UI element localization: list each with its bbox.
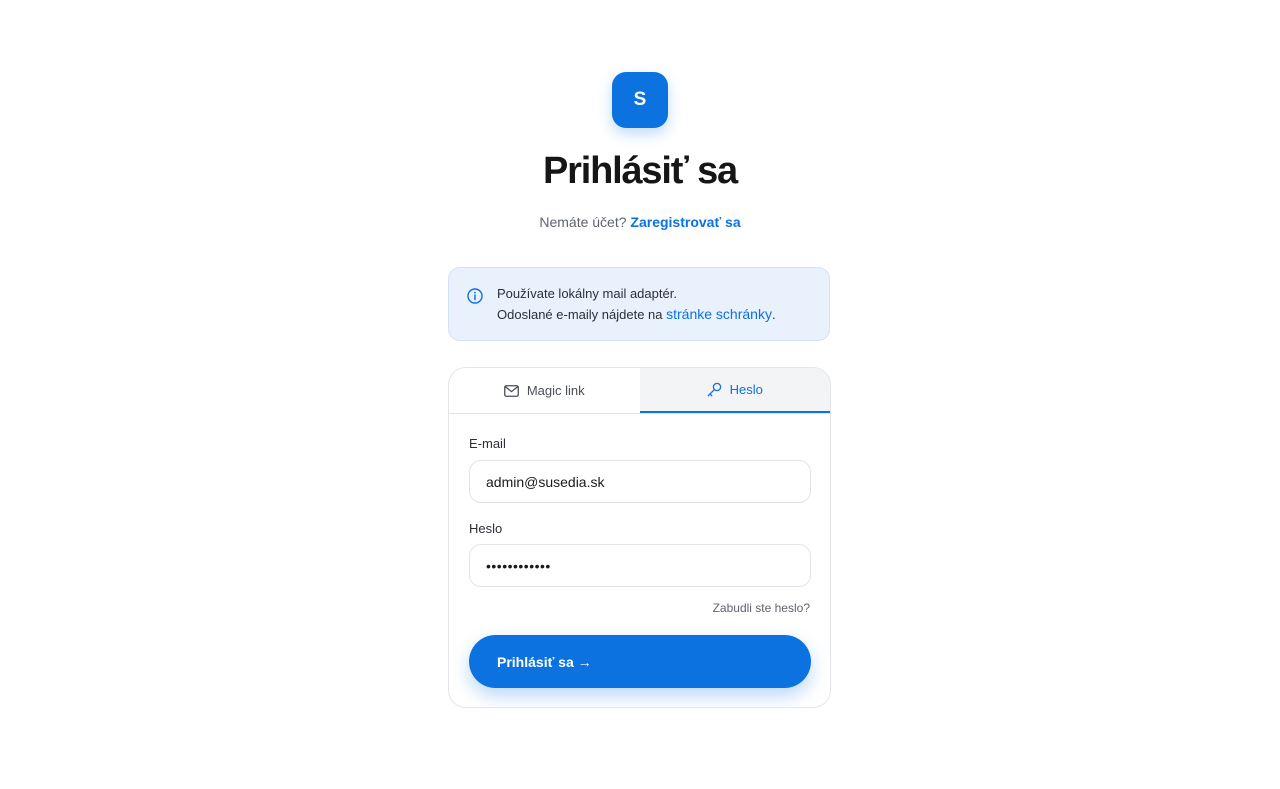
login-card: Magic link Heslo E-mail Heslo Zabudli st… <box>448 367 831 708</box>
email-field[interactable] <box>469 460 811 503</box>
email-label: E-mail <box>469 436 506 451</box>
info-icon <box>467 288 483 304</box>
tab-password-label: Heslo <box>729 382 763 397</box>
password-field[interactable] <box>469 544 811 587</box>
tab-magic-link-label: Magic link <box>526 383 585 398</box>
password-label: Heslo <box>469 521 503 536</box>
register-link[interactable]: Zaregistrovať sa <box>630 214 740 230</box>
notice-line1: Používate lokálny mail adaptér. <box>497 286 677 301</box>
mailbox-page-link[interactable]: stránke schránky <box>666 306 772 322</box>
page-title: Prihlásiť sa <box>543 150 738 192</box>
logo-letter: S <box>633 89 647 110</box>
tab-password[interactable]: Heslo <box>639 368 830 413</box>
mail-icon <box>503 384 519 397</box>
notice-line2: Odoslané e-maily nájdete na stránke schr… <box>497 306 776 322</box>
no-account-text: Nemáte účet? <box>539 214 627 230</box>
notice-line2-suffix: . <box>771 307 776 322</box>
app-logo: S <box>612 72 668 128</box>
login-method-tabs: Magic link Heslo <box>449 368 830 414</box>
register-prompt: Nemáte účet? Zaregistrovať sa <box>0 214 1280 230</box>
forgot-password-link[interactable]: Zabudli ste heslo? <box>713 601 810 615</box>
tab-magic-link[interactable]: Magic link <box>449 368 640 413</box>
mail-adapter-notice: Používate lokálny mail adaptér. Odoslané… <box>448 267 830 341</box>
sign-in-button[interactable]: Prihlásiť sa → <box>469 635 811 688</box>
login-page: S Prihlásiť sa Nemáte účet? Zaregistrova… <box>0 0 1280 789</box>
notice-line2-prefix: Odoslané e-maily nájdete na <box>497 307 663 322</box>
key-icon <box>707 382 721 397</box>
